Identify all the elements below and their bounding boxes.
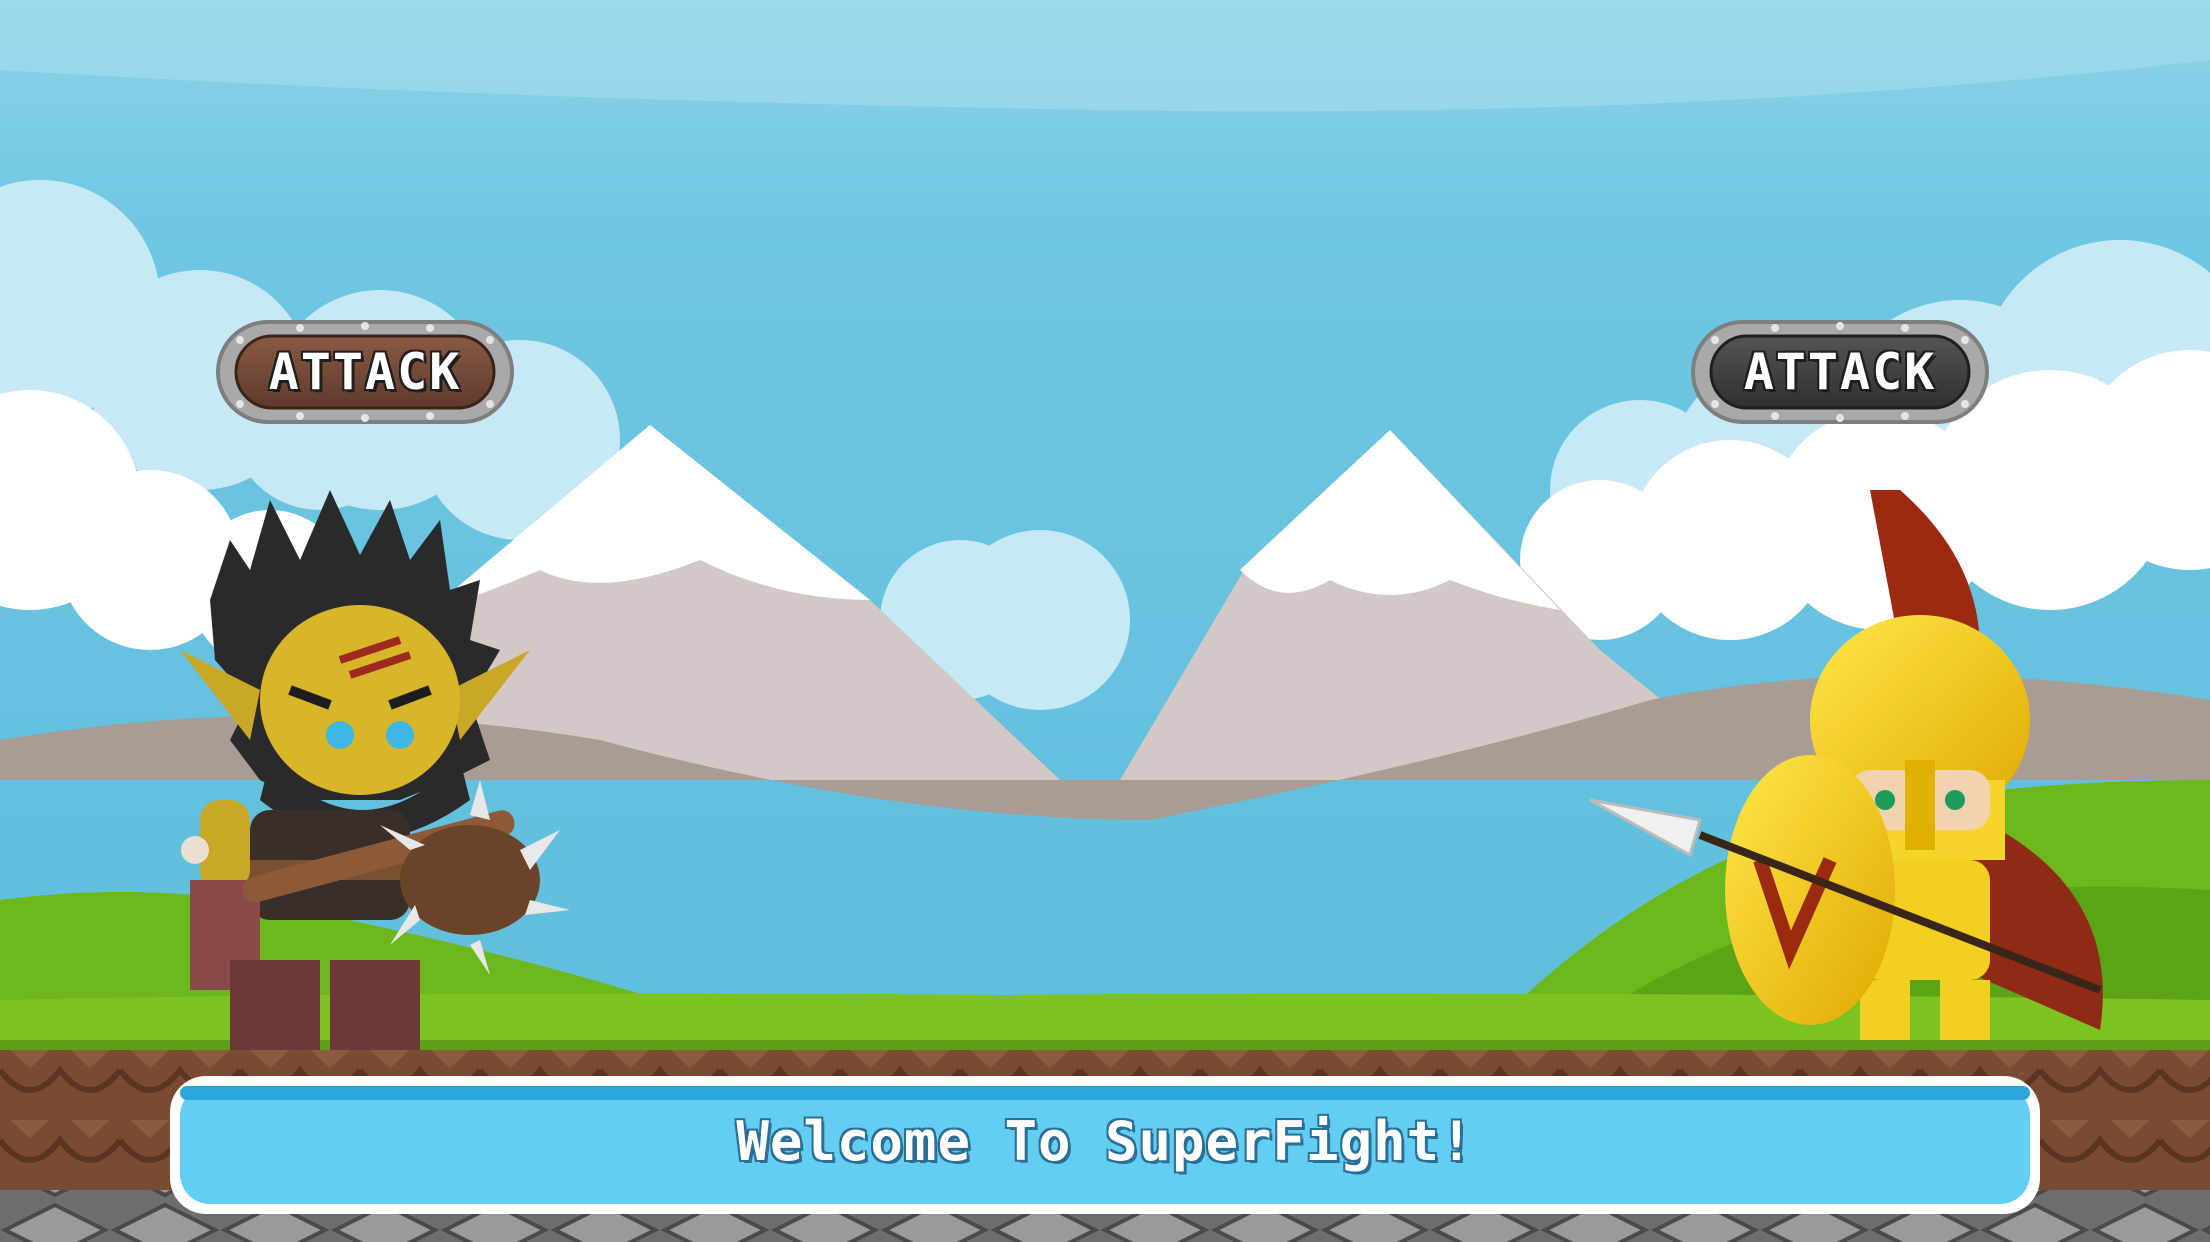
attack-button-right-label: ATTACK — [1743, 343, 1937, 401]
attack-button-left-label: ATTACK — [268, 343, 462, 401]
attack-button-left[interactable]: ATTACK — [218, 322, 512, 422]
attack-button-right[interactable]: ATTACK — [1693, 322, 1987, 422]
welcome-message: Welcome To SuperFight! — [736, 1109, 1474, 1173]
game-background — [0, 0, 2210, 1242]
